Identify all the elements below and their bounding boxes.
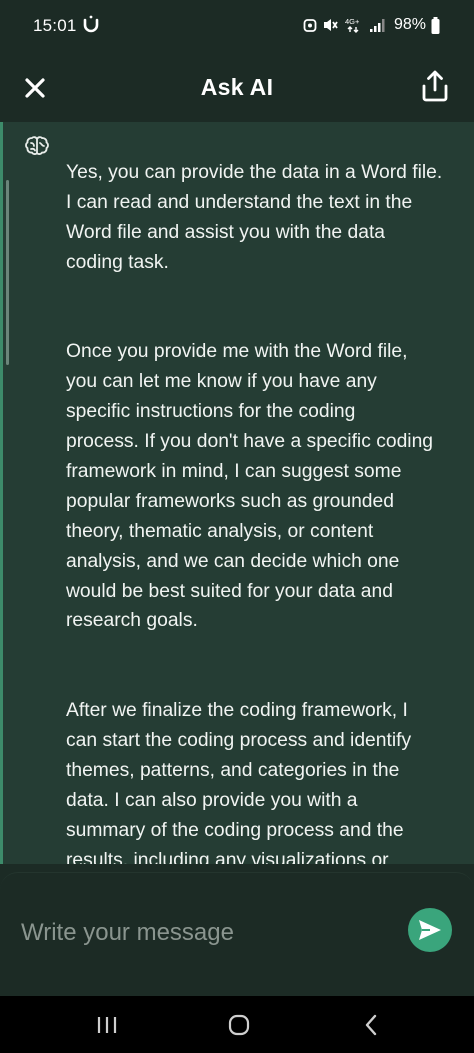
app-header: Ask AI xyxy=(0,52,474,122)
page-title: Ask AI xyxy=(200,74,274,100)
svg-text:4G+: 4G+ xyxy=(345,17,360,26)
notification-icon xyxy=(83,15,99,33)
message-paragraph: After we finalize the coding framework, … xyxy=(66,700,412,864)
send-button[interactable] xyxy=(408,908,452,952)
status-time: 15:01 xyxy=(33,16,77,35)
message-paragraph: Yes, you can provide the data in a Word … xyxy=(66,161,443,273)
message-input[interactable]: Write your message xyxy=(0,872,474,992)
mute-icon xyxy=(323,19,338,31)
send-icon xyxy=(419,920,441,940)
back-icon[interactable] xyxy=(357,1010,387,1040)
composer: Write your message xyxy=(0,864,474,996)
battery-icon xyxy=(431,16,440,34)
recents-icon[interactable] xyxy=(92,1010,122,1040)
message-paragraph: Once you provide me with the Word file, … xyxy=(66,341,434,632)
battery-level: 98% xyxy=(393,16,426,33)
app-screen: 15:01 4G+ 98% Ask AI Yes, you can provid… xyxy=(0,0,474,1053)
network-4g-icon: 4G+ xyxy=(345,17,360,33)
alarm-icon xyxy=(303,19,317,32)
message-input-placeholder: Write your message xyxy=(21,919,234,946)
brain-icon xyxy=(25,136,49,155)
share-icon[interactable] xyxy=(420,69,450,103)
status-bar: 15:01 4G+ 98% xyxy=(0,0,474,52)
signal-icon xyxy=(369,19,385,32)
scrollbar[interactable] xyxy=(6,180,9,365)
chat-message-area[interactable]: Yes, you can provide the data in a Word … xyxy=(0,122,474,864)
ai-message: Yes, you can provide the data in a Word … xyxy=(66,128,462,864)
system-nav-bar xyxy=(0,996,474,1053)
home-icon[interactable] xyxy=(224,1010,254,1040)
status-icons: 4G+ 98% xyxy=(303,14,440,36)
